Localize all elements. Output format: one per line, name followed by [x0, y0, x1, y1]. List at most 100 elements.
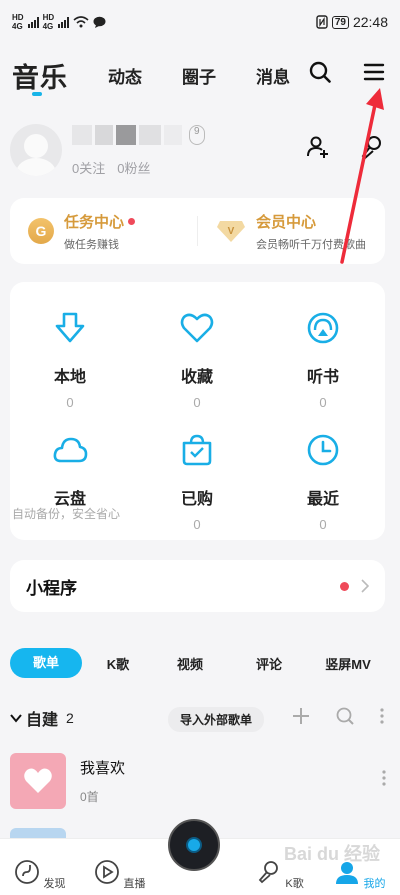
tab-circle[interactable]: 圈子 — [182, 63, 216, 88]
avatar[interactable] — [10, 124, 62, 176]
library-grid: 本地 0 收藏 0 听书 0 云盘 已购 0 最近 0 — [10, 282, 385, 540]
mini-programs-title: 小程序 — [26, 578, 77, 598]
status-right: 79 22:48 — [316, 14, 388, 30]
tab-karaoke[interactable]: K歌 — [82, 654, 154, 673]
wifi-icon — [73, 16, 89, 28]
watermark: Bai du 经验 — [283, 844, 380, 864]
follow-stats: 0关注 0粉丝 — [72, 158, 205, 177]
clock-icon — [307, 434, 339, 466]
signal-icon — [27, 16, 39, 28]
grid-count: 0 — [319, 517, 327, 532]
nav-label: K歌 — [285, 878, 304, 890]
audiobook-icon — [307, 312, 339, 344]
player-disc-icon — [168, 819, 220, 871]
grid-count: 0 — [66, 395, 74, 410]
grid-label: 收藏 — [180, 369, 213, 386]
network-type-2: HD 4G — [42, 13, 55, 31]
grid-item-audiobook[interactable]: 听书 0 — [263, 310, 383, 410]
grid-item-recent[interactable]: 最近 0 — [263, 432, 383, 532]
nav-label: 我的 — [363, 878, 386, 890]
grid-label: 听书 — [306, 369, 339, 386]
grid-label: 已购 — [180, 491, 213, 508]
task-center[interactable]: G 任务中心 做任务赚钱 — [10, 211, 197, 252]
tab-comments[interactable]: 评论 — [226, 654, 312, 673]
download-icon — [55, 312, 85, 343]
profile-info: 9 0关注 0粉丝 — [72, 124, 205, 177]
member-center[interactable]: V 会员中心 会员畅听千万付费歌曲 — [198, 211, 385, 252]
mic-icon — [259, 861, 279, 884]
nfc-icon — [316, 15, 328, 29]
heart-icon — [24, 768, 52, 793]
level-badge: 9 — [189, 124, 205, 145]
nav-player[interactable] — [165, 819, 235, 891]
tab-messages[interactable]: 消息 — [256, 63, 290, 88]
discover-icon — [15, 860, 40, 884]
tab-vertical-mv[interactable]: 竖屏MV — [312, 654, 384, 673]
add-friend-icon[interactable] — [306, 135, 330, 159]
search-icon[interactable] — [308, 60, 332, 84]
grid-item-cloud[interactable]: 云盘 — [10, 432, 130, 509]
search-icon[interactable] — [336, 707, 354, 725]
tab-music[interactable]: 音乐 — [12, 56, 68, 96]
grid-label: 本地 — [53, 369, 86, 386]
profile-actions — [306, 135, 384, 159]
more-vertical-icon[interactable] — [380, 708, 384, 724]
grid-count: 0 — [193, 395, 201, 410]
heart-icon — [180, 313, 214, 343]
task-center-title: 任务中心 — [64, 213, 125, 231]
status-bar: HD 4G HD 4G 79 22:48 — [0, 0, 400, 44]
mini-programs-row[interactable]: 小程序 — [10, 560, 385, 612]
purchased-bag-icon — [182, 434, 212, 466]
member-center-title: 会员中心 — [256, 213, 317, 231]
network-type-1: HD 4G — [12, 13, 24, 31]
tab-active-indicator — [32, 91, 42, 96]
playlist-cover — [10, 753, 66, 809]
coin-icon: G — [28, 218, 54, 244]
grid-item-purchased[interactable]: 已购 0 — [137, 432, 257, 532]
self-built-count: 2 — [66, 710, 74, 726]
cloud-icon — [53, 437, 88, 463]
cloud-backup-note: 自动备份，安全省心 — [12, 507, 121, 521]
nav-discover[interactable]: 发现 — [5, 859, 75, 891]
chevron-right-icon — [361, 579, 369, 593]
tab-videos[interactable]: 视频 — [154, 654, 226, 673]
import-playlist-button[interactable]: 导入外部歌单 — [168, 707, 265, 732]
diamond-icon: V — [216, 218, 246, 244]
task-center-subtitle: 做任务赚钱 — [64, 238, 119, 251]
member-center-subtitle: 会员畅听千万付费歌曲 — [256, 238, 366, 251]
status-time: 22:48 — [352, 14, 388, 30]
playlist-name: 我喜欢 — [80, 760, 126, 777]
following-count[interactable]: 0关注 — [72, 158, 105, 177]
username-blurred[interactable]: 9 — [72, 124, 205, 146]
battery-indicator: 79 — [331, 15, 349, 29]
message-icon — [93, 16, 106, 28]
nav-actions — [308, 60, 386, 84]
more-vertical-icon[interactable] — [382, 770, 386, 786]
menu-icon[interactable] — [362, 60, 386, 84]
mic-icon[interactable] — [360, 135, 384, 159]
nav-live[interactable]: 直播 — [85, 859, 155, 891]
signal-icon-2 — [58, 16, 70, 28]
notification-dot — [128, 217, 136, 225]
chevron-down-icon[interactable] — [10, 713, 22, 723]
notification-dot — [340, 581, 349, 591]
grid-count: 0 — [319, 395, 327, 410]
grid-count: 0 — [193, 517, 201, 532]
self-built-title[interactable]: 自建 — [26, 706, 58, 730]
vip-card: G 任务中心 做任务赚钱 V 会员中心 会员畅听千万付费歌曲 — [10, 198, 385, 264]
add-icon[interactable] — [292, 707, 310, 725]
grid-item-favorites[interactable]: 收藏 0 — [137, 310, 257, 410]
followers-count[interactable]: 0粉丝 — [117, 158, 150, 177]
self-built-header: 自建 2 导入外部歌单 — [10, 703, 390, 733]
nav-label: 发现 — [43, 878, 66, 890]
top-nav: 音乐 动态 圈子 消息 — [0, 50, 400, 100]
grid-label: 最近 — [306, 491, 339, 508]
tab-feed[interactable]: 动态 — [108, 63, 142, 88]
svg-text:V: V — [228, 226, 235, 237]
grid-item-local[interactable]: 本地 0 — [10, 310, 130, 410]
tab-playlists[interactable]: 歌单 — [10, 648, 82, 678]
content-tabs: 歌单 K歌 视频 评论 竖屏MV — [10, 648, 395, 678]
playlist-count: 0首 — [80, 790, 99, 804]
nav-label: 直播 — [123, 878, 146, 890]
playlist-item[interactable]: 我喜欢 0首 — [10, 752, 390, 810]
